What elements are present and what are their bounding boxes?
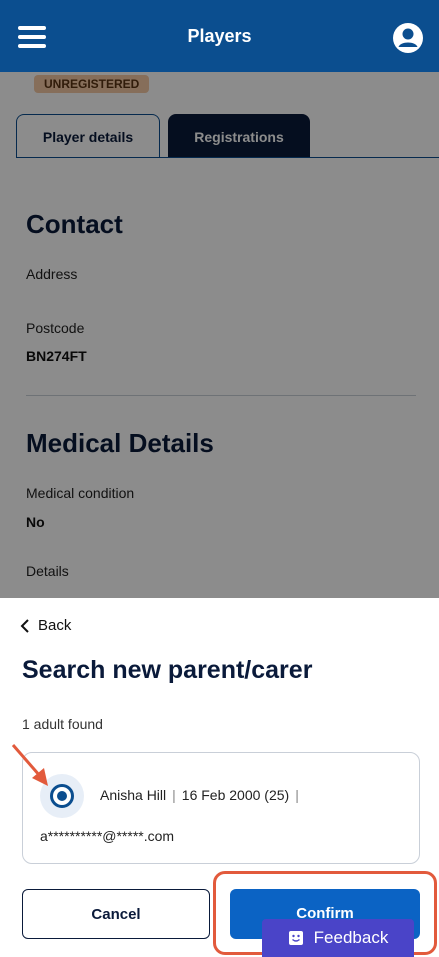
feedback-icon bbox=[288, 931, 303, 945]
feedback-label: Feedback bbox=[313, 928, 389, 947]
app-header: Players bbox=[0, 0, 439, 72]
annotation-arrow-icon bbox=[11, 744, 48, 786]
result-person-info: Anisha Hill | 16 Feb 2000 (25) | bbox=[100, 787, 299, 803]
cancel-button[interactable]: Cancel bbox=[22, 889, 210, 939]
feedback-button[interactable]: Feedback bbox=[262, 919, 414, 957]
radio-button[interactable] bbox=[50, 784, 74, 808]
back-button[interactable]: Back bbox=[20, 617, 71, 634]
result-name: Anisha Hill bbox=[100, 787, 167, 803]
chevron-left-icon bbox=[20, 618, 29, 633]
results-count: 1 adult found bbox=[22, 716, 103, 732]
result-email: a**********@*****.com bbox=[40, 828, 175, 844]
account-icon[interactable] bbox=[392, 22, 424, 54]
page-title: Players bbox=[187, 26, 252, 46]
result-dob: 16 Feb 2000 (25) bbox=[181, 787, 290, 803]
radio-selected-dot bbox=[57, 791, 67, 801]
back-label: Back bbox=[38, 617, 72, 634]
result-card[interactable] bbox=[22, 752, 420, 864]
sheet-title: Search new parent/carer bbox=[22, 656, 313, 684]
